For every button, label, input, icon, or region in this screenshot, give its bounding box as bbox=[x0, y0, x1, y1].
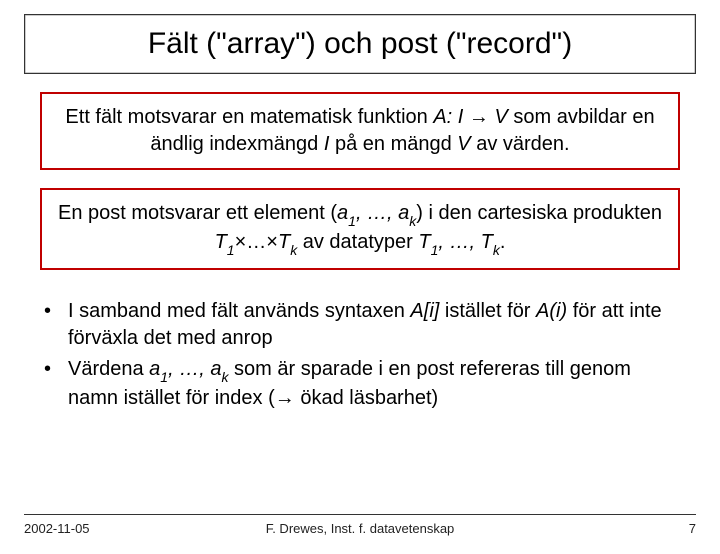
var-v: V bbox=[457, 133, 470, 155]
list-item: • Värdena a1, …, ak som är sparade i en … bbox=[44, 356, 680, 412]
text: , …, bbox=[356, 202, 398, 224]
var-a: a bbox=[149, 358, 160, 380]
definition-array: Ett fält motsvarar en matematisk funktio… bbox=[40, 92, 680, 170]
fn-v: V bbox=[489, 106, 508, 128]
times-icon: × bbox=[266, 231, 278, 253]
slide-footer: 2002-11-05 F. Drewes, Inst. f. dataveten… bbox=[24, 514, 696, 536]
bullet-text: Värdena a1, …, ak som är sparade i en po… bbox=[68, 356, 680, 412]
arrow-icon: → bbox=[469, 106, 489, 128]
sub-1: 1 bbox=[431, 242, 439, 258]
text: ) i den cartesiska produkten bbox=[416, 202, 662, 224]
var-t: T bbox=[278, 231, 290, 253]
text: , …, bbox=[168, 358, 210, 380]
definition-record: En post motsvarar ett element (a1, …, ak… bbox=[40, 188, 680, 270]
footer-author: F. Drewes, Inst. f. datavetenskap bbox=[248, 521, 472, 536]
var-t: T bbox=[481, 231, 493, 253]
text: på en mängd bbox=[329, 133, 457, 155]
var-t: T bbox=[418, 231, 430, 253]
list-item: • I samband med fält används syntaxen A[… bbox=[44, 298, 680, 352]
var-t: T bbox=[215, 231, 227, 253]
slide-title: Fält ("array") och post ("record") bbox=[24, 14, 696, 74]
bullet-text: I samband med fält används syntaxen A[i]… bbox=[68, 298, 680, 352]
text: ökad läsbarhet) bbox=[295, 387, 438, 409]
text: … bbox=[246, 231, 266, 253]
text: av datatyper bbox=[297, 231, 418, 253]
fn-ai: A: I bbox=[433, 106, 469, 128]
text: av värden. bbox=[471, 133, 570, 155]
arrow-icon: → bbox=[275, 387, 295, 409]
var-a: a bbox=[210, 358, 221, 380]
text: Värdena bbox=[68, 358, 149, 380]
times-icon: × bbox=[235, 231, 247, 253]
text: istället för bbox=[439, 300, 536, 322]
title-text: Fält ("array") och post ("record") bbox=[148, 27, 572, 60]
var-a: a bbox=[398, 202, 409, 224]
sub-1: 1 bbox=[160, 369, 168, 385]
footer-date: 2002-11-05 bbox=[24, 521, 248, 536]
sub-k: k bbox=[290, 242, 297, 258]
text: . bbox=[500, 231, 506, 253]
sub-1: 1 bbox=[348, 213, 356, 229]
sub-k: k bbox=[221, 369, 228, 385]
text: , …, bbox=[438, 231, 480, 253]
sub-k: k bbox=[493, 242, 500, 258]
sub-k: k bbox=[409, 213, 416, 229]
text: I samband med fält används syntaxen bbox=[68, 300, 410, 322]
text: Ett fält motsvarar en matematisk funktio… bbox=[65, 106, 433, 128]
sub-1: 1 bbox=[227, 242, 235, 258]
syntax-bracket: A[i] bbox=[410, 300, 439, 322]
var-a: a bbox=[337, 202, 348, 224]
text: En post motsvarar ett element ( bbox=[58, 202, 337, 224]
bullet-list: • I samband med fält används syntaxen A[… bbox=[44, 298, 680, 412]
bullet-icon: • bbox=[44, 298, 68, 325]
syntax-paren: A(i) bbox=[536, 300, 567, 322]
footer-page: 7 bbox=[472, 521, 696, 536]
bullet-icon: • bbox=[44, 356, 68, 383]
